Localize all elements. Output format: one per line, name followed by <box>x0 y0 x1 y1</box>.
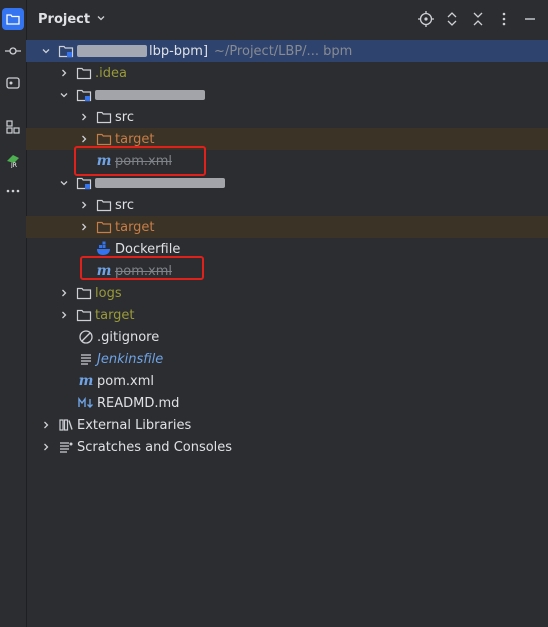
root-label: lbp-bpm] <box>149 43 209 59</box>
chevron-right-icon[interactable] <box>76 219 92 235</box>
tree-label: READMD.md <box>97 395 180 411</box>
chevron-right-icon[interactable] <box>76 197 92 213</box>
services-icon[interactable] <box>2 72 24 94</box>
highlight-box <box>80 256 204 280</box>
locate-icon[interactable] <box>418 11 434 27</box>
tree-label: Scratches and Consoles <box>77 439 233 455</box>
tree-row-target[interactable]: target <box>26 216 548 238</box>
project-header: Project <box>26 0 548 38</box>
options-icon[interactable] <box>496 11 512 27</box>
tool-window-bar: JR <box>0 0 27 627</box>
tree-label: Dockerfile <box>115 241 181 257</box>
tree-label: target <box>115 219 155 235</box>
svg-text:JR: JR <box>10 162 17 168</box>
tree-row-logs[interactable]: logs <box>26 282 548 304</box>
redacted-module-name <box>77 45 147 57</box>
tree-label: External Libraries <box>77 417 192 433</box>
tree-label: logs <box>95 285 122 301</box>
chevron-down-icon[interactable] <box>56 175 72 191</box>
chevron-right-icon[interactable] <box>56 285 72 301</box>
collapse-all-icon[interactable] <box>470 11 486 27</box>
tree-label: target <box>95 307 135 323</box>
tree-row-pom[interactable]: m pom.xml <box>26 370 548 392</box>
module-folder-icon <box>76 87 92 103</box>
chevron-right-icon[interactable] <box>76 131 92 147</box>
tree-row-scratches[interactable]: Scratches and Consoles <box>26 436 548 458</box>
folder-icon <box>96 197 112 213</box>
hide-panel-icon[interactable] <box>522 11 538 27</box>
scratches-icon <box>58 439 74 455</box>
tree-label: .idea <box>95 65 127 81</box>
tree-label: target <box>115 131 155 147</box>
library-icon <box>58 417 74 433</box>
tree-row-gitignore[interactable]: .gitignore <box>26 326 548 348</box>
folder-icon <box>96 109 112 125</box>
maven-icon: m <box>78 373 94 389</box>
project-tree: lbp-bpm] ~/Project/LBP/... bpm .idea src <box>26 38 548 627</box>
tree-row-readme[interactable]: READMD.md <box>26 392 548 414</box>
tree-row-src[interactable]: src <box>26 194 548 216</box>
excluded-folder-icon <box>96 219 112 235</box>
expand-all-icon[interactable] <box>444 11 460 27</box>
tree-label: src <box>115 109 134 125</box>
structure-icon[interactable] <box>2 116 24 138</box>
module-folder-icon <box>58 43 74 59</box>
folder-icon <box>76 285 92 301</box>
chevron-down-icon[interactable] <box>38 43 54 59</box>
jrebel-icon[interactable]: JR <box>2 149 24 171</box>
folder-icon <box>76 65 92 81</box>
redacted-module-name <box>95 178 225 188</box>
panel-title[interactable]: Project <box>38 12 90 27</box>
chevron-right-icon[interactable] <box>38 417 54 433</box>
root-path: ~/Project/LBP/... bpm <box>214 43 353 59</box>
text-file-icon <box>78 351 94 367</box>
tree-row-jenkinsfile[interactable]: Jenkinsfile <box>26 348 548 370</box>
tree-label: Jenkinsfile <box>97 351 164 367</box>
project-folder-icon[interactable] <box>2 8 24 30</box>
tree-label: src <box>115 197 134 213</box>
chevron-down-icon[interactable] <box>56 87 72 103</box>
chevron-right-icon[interactable] <box>56 65 72 81</box>
highlight-box <box>74 146 206 176</box>
commit-icon[interactable] <box>2 40 24 62</box>
tree-row-module-1[interactable] <box>26 84 548 106</box>
markdown-icon <box>78 395 94 411</box>
docker-icon <box>96 241 112 257</box>
folder-icon <box>76 307 92 323</box>
redacted-module-name <box>95 90 205 100</box>
tree-row-target[interactable]: target <box>26 304 548 326</box>
chevron-right-icon[interactable] <box>56 307 72 323</box>
chevron-right-icon[interactable] <box>38 439 54 455</box>
chevron-right-icon[interactable] <box>76 109 92 125</box>
tree-label: pom.xml <box>97 373 154 389</box>
excluded-folder-icon <box>96 131 112 147</box>
tree-row-external-libraries[interactable]: External Libraries <box>26 414 548 436</box>
tree-label: .gitignore <box>97 329 160 345</box>
ignore-file-icon <box>78 329 94 345</box>
chevron-down-icon[interactable] <box>96 12 106 27</box>
tree-row-src[interactable]: src <box>26 106 548 128</box>
more-tools-icon[interactable] <box>2 180 24 202</box>
module-folder-icon <box>76 175 92 191</box>
tree-row-root[interactable]: lbp-bpm] ~/Project/LBP/... bpm <box>26 40 548 62</box>
tree-row-idea[interactable]: .idea <box>26 62 548 84</box>
